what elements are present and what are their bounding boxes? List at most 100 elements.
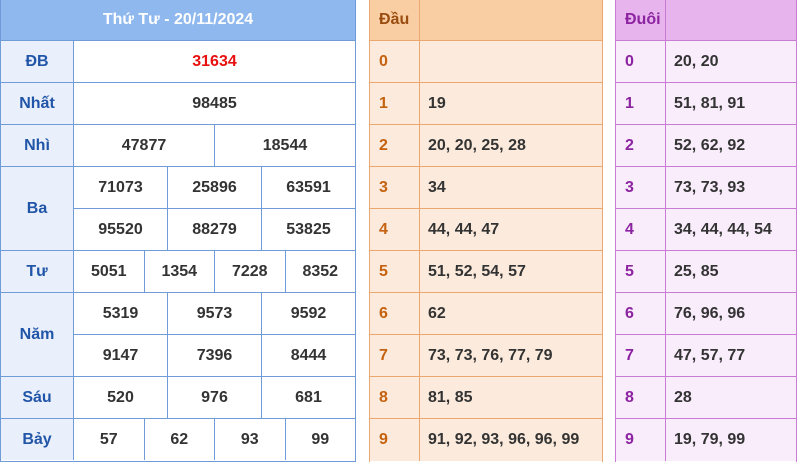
digit-key: 0 bbox=[370, 41, 420, 82]
prize-number: 71073 bbox=[74, 167, 167, 208]
tail-table-header: Đuôi bbox=[616, 0, 796, 41]
table-row: 5 51, 52, 54, 57 bbox=[370, 251, 602, 293]
digit-values: 44, 44, 47 bbox=[428, 220, 500, 238]
digit-values: 62 bbox=[428, 304, 446, 322]
prize-row-special: ĐB 31634 bbox=[1, 41, 355, 83]
table-row: 8 81, 85 bbox=[370, 377, 602, 419]
prize-number: 7228 bbox=[214, 251, 285, 292]
prize-number: 25896 bbox=[167, 167, 261, 208]
digit-values: 73, 73, 76, 77, 79 bbox=[428, 346, 553, 364]
digit-values: 51, 52, 54, 57 bbox=[428, 262, 526, 280]
prize-label: Sáu bbox=[1, 377, 74, 418]
head-digit-table: Đầu 0 1 19 2 20, 20, 25, 28 3 34 4 44, 4… bbox=[369, 0, 603, 462]
table-row: 3 34 bbox=[370, 167, 602, 209]
prize-number: 88279 bbox=[167, 209, 261, 250]
prize-row-sixth: Sáu 520 976 681 bbox=[1, 377, 355, 419]
digit-values: 73, 73, 93 bbox=[674, 178, 746, 196]
digit-key: 4 bbox=[616, 209, 666, 250]
digit-key: 4 bbox=[370, 209, 420, 250]
prize-number: 98485 bbox=[74, 83, 355, 124]
table-row: 7 73, 73, 76, 77, 79 bbox=[370, 335, 602, 377]
digit-values: 91, 92, 93, 96, 96, 99 bbox=[428, 431, 580, 448]
prize-number: 9147 bbox=[74, 335, 167, 376]
prize-number: 9592 bbox=[261, 293, 355, 334]
digit-values: 51, 81, 91 bbox=[674, 94, 746, 112]
prize-number: 9573 bbox=[167, 293, 261, 334]
digit-values: 19, 79, 99 bbox=[674, 431, 746, 448]
head-table-header: Đầu bbox=[370, 0, 602, 41]
digit-values: 47, 57, 77 bbox=[674, 346, 746, 364]
digit-key: 6 bbox=[370, 293, 420, 334]
prize-label: Ba bbox=[1, 167, 74, 250]
prize-number: 57 bbox=[74, 419, 144, 460]
tail-digit-table: Đuôi 0 20, 20 1 51, 81, 91 2 52, 62, 92 … bbox=[615, 0, 797, 462]
digit-values: 52, 62, 92 bbox=[674, 136, 746, 154]
digit-key: 0 bbox=[616, 41, 666, 82]
prize-number: 95520 bbox=[74, 209, 167, 250]
digit-key: 5 bbox=[370, 251, 420, 292]
digit-key: 2 bbox=[616, 125, 666, 166]
prize-number: 5051 bbox=[74, 251, 144, 292]
prize-number: 7396 bbox=[167, 335, 261, 376]
digit-key: 3 bbox=[616, 167, 666, 208]
digit-key: 5 bbox=[616, 251, 666, 292]
prize-label: Nhì bbox=[1, 125, 74, 166]
prize-number: 18544 bbox=[214, 125, 355, 166]
results-table: Thứ Tư - 20/11/2024 ĐB 31634 Nhất 98485 … bbox=[0, 0, 356, 462]
table-row: 0 20, 20 bbox=[616, 41, 796, 83]
prize-number: 8444 bbox=[261, 335, 355, 376]
prize-label: Bảy bbox=[1, 419, 74, 460]
prize-number: 520 bbox=[74, 377, 167, 418]
prize-row-first: Nhất 98485 bbox=[1, 83, 355, 125]
prize-number: 5319 bbox=[74, 293, 167, 334]
prize-number: 99 bbox=[284, 419, 355, 460]
digit-key: 1 bbox=[616, 83, 666, 124]
digit-key: 9 bbox=[370, 419, 420, 461]
prize-number: 62 bbox=[143, 419, 214, 460]
prize-row-second: Nhì 47877 18544 bbox=[1, 125, 355, 167]
digit-key: 7 bbox=[370, 335, 420, 376]
head-header-label: Đầu bbox=[370, 0, 420, 40]
digit-values: 28 bbox=[674, 388, 692, 406]
prize-number: 1354 bbox=[143, 251, 214, 292]
prize-label: ĐB bbox=[1, 41, 74, 82]
prize-row-fifth: Năm 5319 9573 9592 9147 7396 8444 bbox=[1, 293, 355, 377]
prize-row-fourth: Tư 5051 1354 7228 8352 bbox=[1, 251, 355, 293]
table-row: 5 25, 85 bbox=[616, 251, 796, 293]
prize-label: Năm bbox=[1, 293, 74, 376]
prize-number: 8352 bbox=[284, 251, 355, 292]
digit-key: 6 bbox=[616, 293, 666, 334]
prize-row-third: Ba 71073 25896 63591 95520 88279 53825 bbox=[1, 167, 355, 251]
table-row: 6 62 bbox=[370, 293, 602, 335]
prize-number: 53825 bbox=[261, 209, 355, 250]
table-row: 7 47, 57, 77 bbox=[616, 335, 796, 377]
prize-number-special: 31634 bbox=[74, 41, 355, 82]
table-row: 1 19 bbox=[370, 83, 602, 125]
table-row: 6 76, 96, 96 bbox=[616, 293, 796, 335]
prize-number: 93 bbox=[214, 419, 285, 460]
table-row: 3 73, 73, 93 bbox=[616, 167, 796, 209]
prize-number: 47877 bbox=[74, 125, 214, 166]
table-row: 4 44, 44, 47 bbox=[370, 209, 602, 251]
table-row: 8 28 bbox=[616, 377, 796, 419]
digit-values: 25, 85 bbox=[674, 262, 719, 280]
digit-key: 3 bbox=[370, 167, 420, 208]
digit-key: 8 bbox=[370, 377, 420, 418]
table-row: 4 34, 44, 44, 54 bbox=[616, 209, 796, 251]
digit-key: 7 bbox=[616, 335, 666, 376]
results-title: Thứ Tư - 20/11/2024 bbox=[1, 0, 355, 41]
digit-values: 34 bbox=[428, 178, 446, 196]
digit-values: 20, 20 bbox=[674, 52, 719, 70]
prize-number: 63591 bbox=[261, 167, 355, 208]
digit-key: 1 bbox=[370, 83, 420, 124]
table-row: 2 20, 20, 25, 28 bbox=[370, 125, 602, 167]
digit-values: 20, 20, 25, 28 bbox=[428, 136, 526, 154]
table-row: 2 52, 62, 92 bbox=[616, 125, 796, 167]
table-row: 0 bbox=[370, 41, 602, 83]
table-row: 1 51, 81, 91 bbox=[616, 83, 796, 125]
table-row: 9 91, 92, 93, 96, 96, 99 bbox=[370, 419, 602, 461]
tail-header-label: Đuôi bbox=[616, 0, 666, 40]
digit-key: 2 bbox=[370, 125, 420, 166]
digit-values bbox=[420, 41, 602, 82]
digit-values: 76, 96, 96 bbox=[674, 304, 746, 322]
